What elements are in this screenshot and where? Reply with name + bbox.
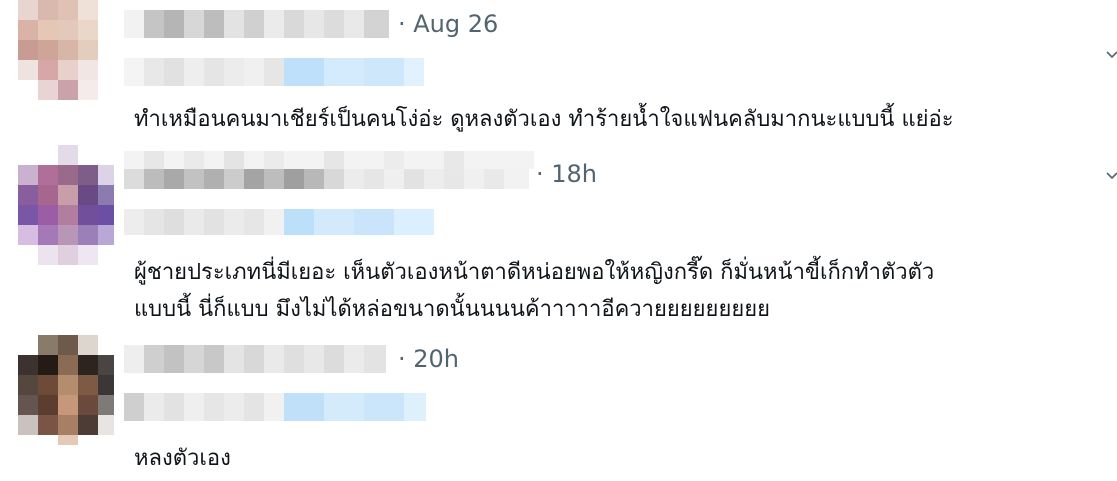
reply-text: ทำเหมือนคนมาเชียร์เป็นคนโง่อ่ะ ดูหลงตัวเ…: [134, 107, 954, 132]
pixelated-avatar-icon[interactable]: [18, 145, 114, 265]
pixelated-avatar-icon[interactable]: [18, 335, 114, 445]
blurred-replying-to: [124, 393, 429, 421]
reply-text: ผู้ชายประเภทนี่มีเยอะ เห็นตัวเองหน้าตาดี…: [134, 260, 935, 285]
reply-feed: · Aug 26 ทำเหมือนคนมาเชียร์เป็นคนโง่อ่ะ …: [0, 0, 1117, 481]
reply-text: หลงตัวเอง: [134, 446, 231, 471]
pixelated-avatar-icon[interactable]: [18, 0, 114, 100]
reply-timestamp[interactable]: · 18h: [536, 159, 597, 189]
chevron-down-icon[interactable]: [1105, 167, 1117, 181]
chevron-down-icon[interactable]: [1105, 46, 1117, 60]
blurred-replying-to: [124, 58, 424, 86]
reply-text: แบบนี้ นี่ก็แบบ มึงไม่ได้หล่อขนาดนั้นนนน…: [134, 297, 771, 322]
blurred-display-name[interactable]: [124, 10, 394, 38]
reply-timestamp[interactable]: · Aug 26: [398, 9, 498, 39]
reply-item[interactable]: · Aug 26 ทำเหมือนคนมาเชียร์เป็นคนโง่อ่ะ …: [0, 0, 1117, 150]
reply-item[interactable]: · 18h ผู้ชายประเภทนี่มีเยอะ เห็นตัวเองหน…: [0, 145, 1117, 335]
blurred-display-name[interactable]: [124, 345, 389, 373]
blurred-display-name[interactable]: [124, 151, 534, 191]
reply-item[interactable]: · 20h หลงตัวเอง: [0, 335, 1117, 481]
reply-timestamp[interactable]: · 20h: [398, 344, 459, 374]
blurred-replying-to: [124, 209, 434, 235]
